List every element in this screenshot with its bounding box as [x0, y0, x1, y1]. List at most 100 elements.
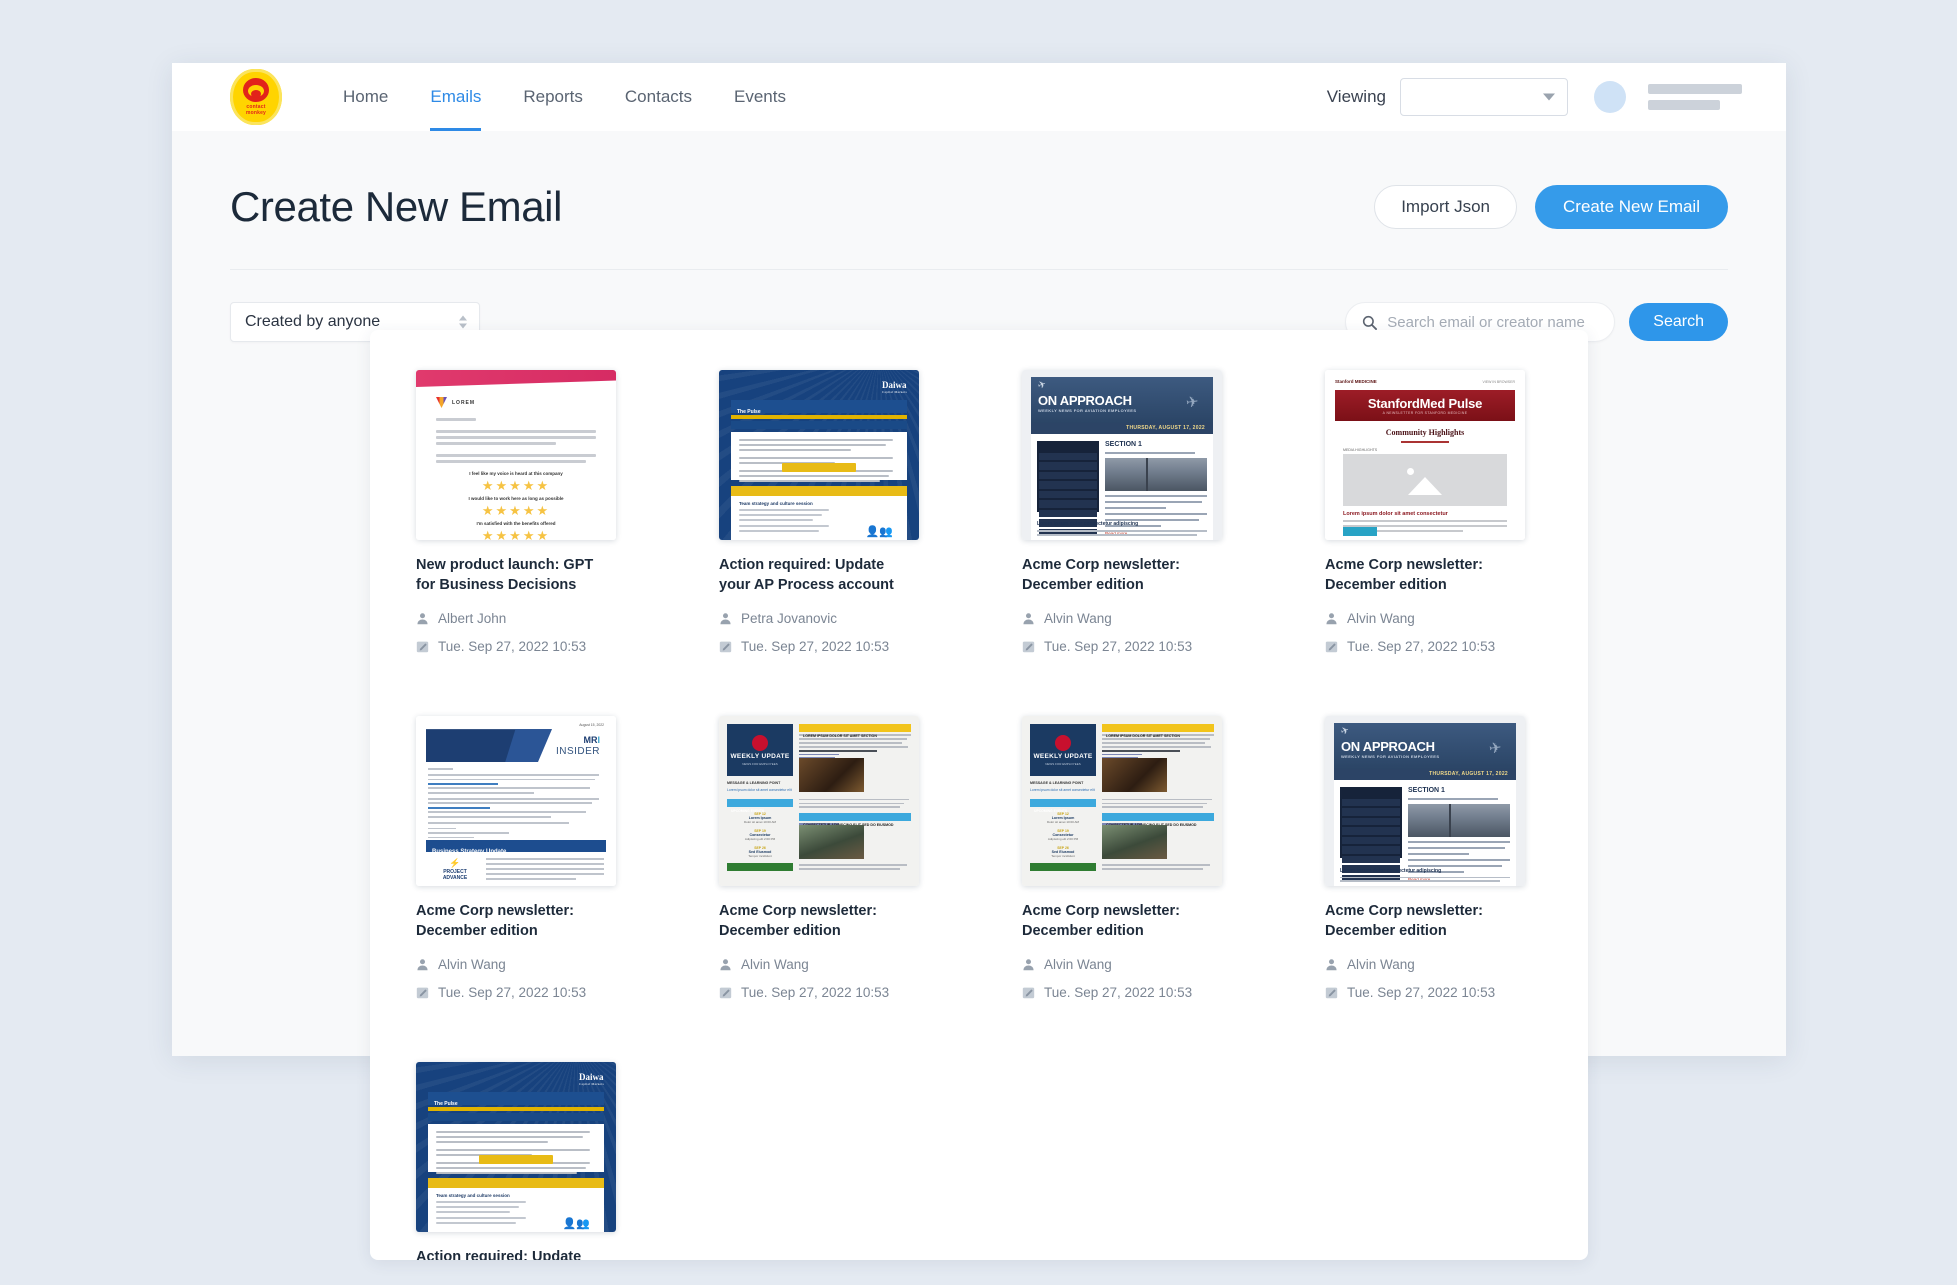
email-thumbnail-daiwa[interactable]: Daiwa Capital Markets The Pulse Team str…	[416, 1062, 616, 1233]
email-thumbnail-on-approach[interactable]: ✈ ✈ ON APPROACH WEEKLY NEWS FOR AVIATION…	[1022, 370, 1222, 540]
thumb-art: ✈ ✈ ON APPROACH WEEKLY NEWS FOR AVIATION…	[1325, 716, 1525, 887]
email-thumbnail-weekly-update[interactable]: WEEKLY UPDATE NEWS FOR EMPLOYEES MESSAGE…	[719, 716, 919, 887]
viewing-dropdown[interactable]	[1400, 78, 1568, 116]
email-card-title: New product launch: GPT for Business Dec…	[416, 557, 594, 593]
people-illustration-icon: 👤👥	[865, 526, 893, 538]
project-advance-logo: ⚡ PROJECT ADVANCE	[432, 858, 478, 881]
email-card-author-row: Alvin Wang	[1022, 611, 1222, 626]
user-name-placeholder	[1648, 84, 1742, 110]
email-card[interactable]: Daiwa Capital Markets The Pulse Team str…	[719, 370, 919, 654]
email-card[interactable]: ✈ ✈ ON APPROACH WEEKLY NEWS FOR AVIATION…	[1325, 716, 1525, 1000]
daiwa-brand: Daiwa	[579, 1072, 604, 1083]
daiwa-nav-strip	[731, 421, 907, 429]
email-card-date-row: Tue. Sep 27, 2022 10:53	[1325, 985, 1525, 1000]
edit-date-icon	[1325, 987, 1338, 999]
email-card-author: Petra Jovanovic	[741, 611, 838, 627]
email-card-author: Albert John	[438, 611, 507, 627]
created-by-value: Created by anyone	[245, 313, 381, 330]
edit-date-icon	[719, 641, 732, 653]
person-icon	[720, 613, 731, 625]
email-template-grid: LOREM I feel like my voice is heard at t…	[416, 370, 1542, 1260]
weekly-event-1: SEP 12 Lorem Ipsum Dolor sit amet 10:00 AM	[1046, 812, 1079, 825]
email-thumbnail-daiwa[interactable]: Daiwa Capital Markets The Pulse Team str…	[719, 370, 919, 540]
email-thumbnail-stanfordmed[interactable]: Stanford MEDICINE VIEW IN BROWSER Stanfo…	[1325, 370, 1525, 540]
approach-lead: Lorem ipsum dolor consectetur adipiscing	[1037, 521, 1139, 528]
approach-header: ✈ ✈ ON APPROACH WEEKLY NEWS FOR AVIATION…	[1334, 723, 1516, 770]
nav-item-emails[interactable]: Emails	[409, 63, 502, 131]
email-card-title: Acme Corp newsletter: December edition	[1325, 903, 1483, 939]
weekly-event-3: SEP 26 Sed Eiusmod Tempor incididunt	[1051, 846, 1075, 859]
email-card-date: Tue. Sep 27, 2022 10:53	[1347, 639, 1496, 655]
weekly-masthead-sub: NEWS FOR EMPLOYEES	[1045, 761, 1081, 766]
weekly-main: LOREM IPSUM DOLOR SIT AMET SECTION SED D…	[799, 724, 911, 886]
page-title: Create New Email	[230, 183, 563, 230]
daiwa-gold-bar	[428, 1178, 604, 1189]
email-card-author-row: Alvin Wang	[1022, 957, 1222, 972]
stanford-header-right: VIEW IN BROWSER	[1482, 379, 1515, 384]
nav-item-events[interactable]: Events	[713, 63, 807, 131]
approach-bottom: Lorem ipsum dolor consectetur adipiscing	[1340, 868, 1510, 885]
person-icon	[720, 959, 731, 971]
email-card-date-row: Tue. Sep 27, 2022 10:53	[1022, 985, 1222, 1000]
email-thumbnail-weekly-update[interactable]: WEEKLY UPDATE NEWS FOR EMPLOYEES MESSAGE…	[1022, 716, 1222, 887]
email-card[interactable]: Daiwa Capital Markets The Pulse Team str…	[416, 1062, 616, 1260]
thumb-art: WEEKLY UPDATE NEWS FOR EMPLOYEES MESSAGE…	[1022, 716, 1222, 887]
import-json-button[interactable]: Import Json	[1374, 185, 1517, 229]
gold-rule	[428, 1107, 604, 1112]
email-card[interactable]: LOREM I feel like my voice is heard at t…	[416, 370, 616, 654]
mri-section-title: Business Strategy Update	[432, 849, 507, 856]
screen-root: contact monkey Home Emails Reports Conta…	[0, 0, 1957, 1285]
email-card-title: Acme Corp newsletter: December edition	[416, 903, 574, 939]
search-button[interactable]: Search	[1629, 303, 1728, 341]
avatar[interactable]	[1594, 81, 1626, 113]
nav-item-home[interactable]: Home	[322, 63, 409, 131]
search-input[interactable]	[1387, 313, 1599, 331]
daiwa-nav-strip	[428, 1113, 604, 1122]
stanford-caption: MEDIA HIGHLIGHTS	[1343, 448, 1378, 452]
email-thumbnail-lorem-survey[interactable]: LOREM I feel like my voice is heard at t…	[416, 370, 616, 540]
contactmonkey-logo-icon[interactable]: contact monkey	[230, 69, 282, 125]
person-icon	[1023, 959, 1034, 971]
edit-date-icon	[1022, 987, 1035, 999]
weekly-sidebar-heading: MESSAGE & LEARNING POINT	[727, 781, 781, 786]
approach-subtitle: WEEKLY NEWS FOR AVIATION EMPLOYEES	[1341, 754, 1440, 760]
nav-item-contacts[interactable]: Contacts	[604, 63, 713, 131]
thumb-art: Daiwa Capital Markets The Pulse Team str…	[416, 1062, 616, 1233]
weekly-sidebar-link: Lorem ipsum dolor sit amet consectetur e…	[727, 788, 792, 793]
nav-item-reports[interactable]: Reports	[502, 63, 604, 131]
weekly-masthead-title: WEEKLY UPDATE	[730, 752, 790, 760]
email-card-date: Tue. Sep 27, 2022 10:53	[1044, 639, 1193, 655]
email-card[interactable]: Stanford MEDICINE VIEW IN BROWSER Stanfo…	[1325, 370, 1525, 654]
swoosh-logo-icon: ✈	[1036, 378, 1049, 393]
create-new-email-button[interactable]: Create New Email	[1535, 185, 1728, 229]
email-card-date-row: Tue. Sep 27, 2022 10:53	[416, 639, 616, 654]
mri-date: August 15, 2022	[579, 723, 604, 728]
email-card-date-row: Tue. Sep 27, 2022 10:53	[1022, 639, 1222, 654]
email-card[interactable]: WEEKLY UPDATE NEWS FOR EMPLOYEES MESSAGE…	[1022, 716, 1222, 1000]
person-icon	[417, 613, 428, 625]
email-thumbnail-mri-insider[interactable]: August 15, 2022 MRI INSIDER Business Str…	[416, 716, 616, 887]
sun-icon	[1407, 468, 1414, 475]
header-actions: Import Json Create New Email	[1374, 185, 1728, 229]
approach-subtitle: WEEKLY NEWS FOR AVIATION EMPLOYEES	[1038, 408, 1137, 413]
daiwa-footer: Team strategy and culture session 👤👥	[731, 496, 907, 540]
weekly-headline: LOREM IPSUM DOLOR SIT AMET SECTION	[1106, 734, 1180, 739]
star-rating-icon-1: ★★★★★	[481, 478, 551, 493]
pink-banner	[416, 370, 616, 387]
email-card-title: Acme Corp newsletter: December edition	[1022, 557, 1180, 593]
weekly-masthead: WEEKLY UPDATE NEWS FOR EMPLOYEES	[1030, 724, 1096, 777]
page-header: Create New Email Import Json Create New …	[230, 131, 1728, 270]
daiwa-footer-heading: Team strategy and culture session	[739, 501, 813, 506]
email-card[interactable]: August 15, 2022 MRI INSIDER Business Str…	[416, 716, 616, 1000]
daiwa-brand-sub: Capital Markets	[882, 390, 907, 394]
email-card[interactable]: ✈ ✈ ON APPROACH WEEKLY NEWS FOR AVIATION…	[1022, 370, 1222, 654]
email-templates-panel: LOREM I feel like my voice is heard at t…	[370, 330, 1588, 1260]
daiwa-brand: Daiwa	[882, 380, 907, 390]
person-icon	[417, 959, 428, 971]
thumb-art: August 15, 2022 MRI INSIDER Business Str…	[416, 716, 616, 887]
weekly-masthead-title: WEEKLY UPDATE	[1033, 752, 1093, 760]
daiwa-footer: Team strategy and culture session 👤👥	[428, 1188, 604, 1233]
email-card[interactable]: WEEKLY UPDATE NEWS FOR EMPLOYEES MESSAGE…	[719, 716, 919, 1000]
email-thumbnail-on-approach[interactable]: ✈ ✈ ON APPROACH WEEKLY NEWS FOR AVIATION…	[1325, 716, 1525, 887]
email-card-author: Alvin Wang	[741, 957, 809, 973]
